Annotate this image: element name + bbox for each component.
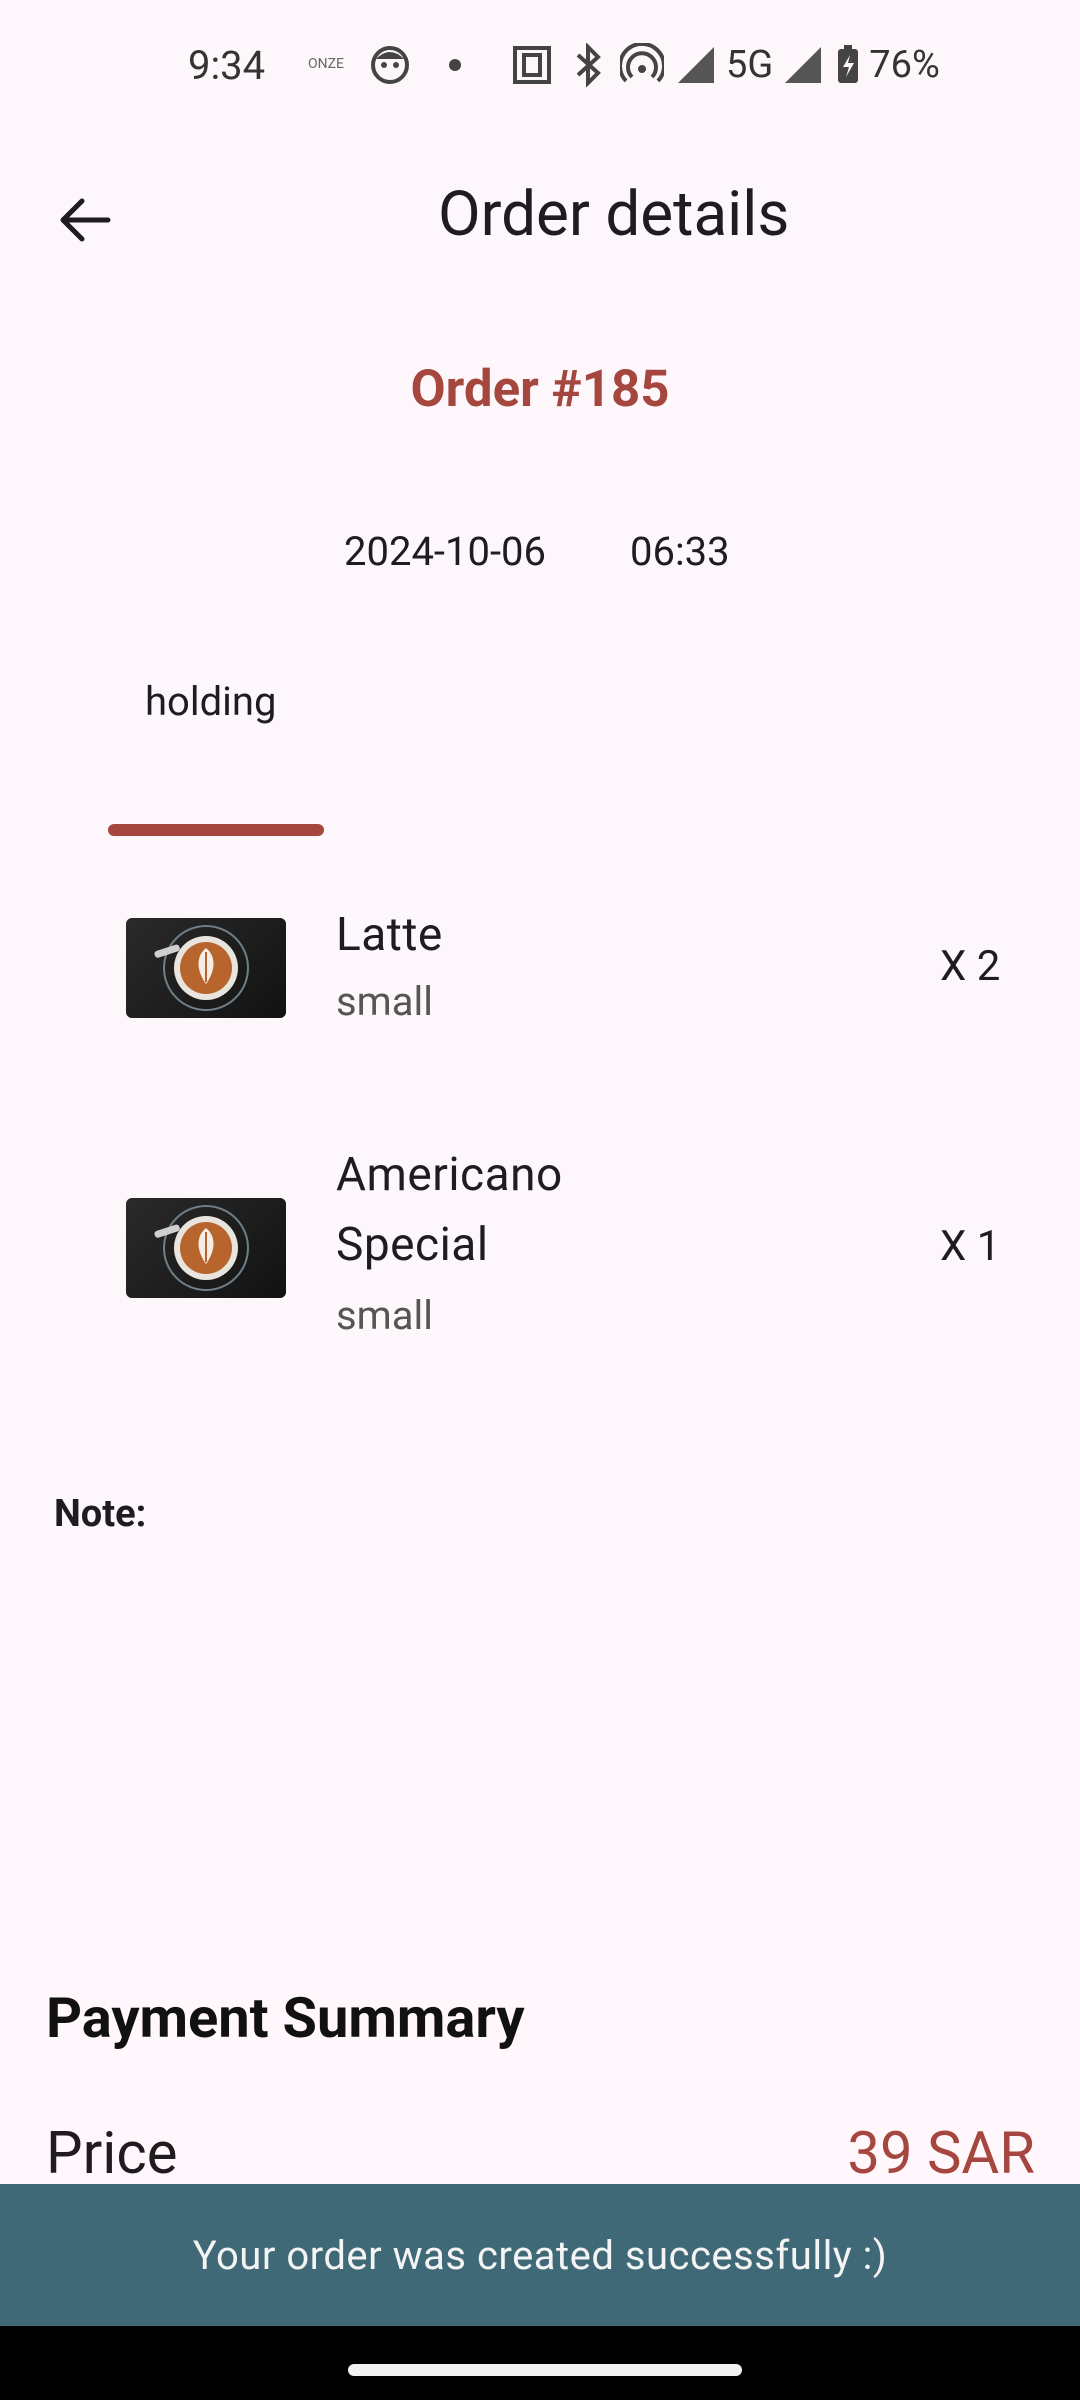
status-brand-text: ONZE bbox=[308, 56, 344, 72]
price-label: Price bbox=[46, 2120, 178, 2188]
item-quantity: X 1 bbox=[940, 1222, 1001, 1271]
price-value: 39 SAR bbox=[847, 2120, 1035, 2188]
coffee-cup-icon bbox=[154, 925, 249, 1011]
item-quantity: X 2 bbox=[940, 942, 1001, 991]
success-snackbar: Your order was created successfully :) bbox=[0, 2184, 1080, 2326]
battery-icon bbox=[838, 45, 859, 83]
payment-summary-title: Payment Summary bbox=[46, 1985, 525, 2051]
item-name-line1: Americano bbox=[336, 1148, 563, 1202]
signal-icon-2 bbox=[785, 47, 822, 83]
status-notification-icons bbox=[368, 40, 470, 90]
battery-percent: 76% bbox=[869, 43, 940, 87]
order-item: Americano Special small X 1 bbox=[0, 1140, 1080, 1370]
item-name: Latte bbox=[336, 908, 443, 962]
bluetooth-icon bbox=[576, 43, 601, 87]
signal-icon bbox=[678, 47, 714, 83]
network-type: 5G bbox=[726, 43, 774, 87]
item-size: small bbox=[336, 978, 433, 1025]
order-item: Latte small X 2 bbox=[0, 880, 1080, 1060]
face-icon bbox=[371, 46, 409, 84]
note-label: Note: bbox=[54, 1492, 147, 1536]
hotspot-icon bbox=[620, 43, 664, 83]
item-size: small bbox=[336, 1292, 433, 1339]
order-number: Order #185 bbox=[410, 360, 670, 419]
coffee-cup-icon bbox=[154, 1205, 249, 1291]
order-time: 06:33 bbox=[630, 528, 730, 575]
order-status-label: holding bbox=[145, 678, 277, 725]
dot-icon bbox=[449, 59, 461, 71]
order-status-indicator bbox=[108, 824, 324, 836]
home-indicator[interactable] bbox=[348, 2364, 742, 2376]
status-time: 9:34 bbox=[188, 42, 266, 89]
item-name-line2: Special bbox=[336, 1218, 489, 1272]
order-date: 2024-10-06 bbox=[344, 528, 546, 575]
arrow-left-icon bbox=[60, 198, 111, 242]
item-image bbox=[126, 1198, 286, 1298]
navigation-bar bbox=[0, 2326, 1080, 2400]
back-button[interactable] bbox=[44, 180, 124, 260]
nfc-icon bbox=[513, 46, 551, 84]
snackbar-message: Your order was created successfully :) bbox=[192, 2231, 888, 2279]
status-system-icons: 5G 76% bbox=[510, 40, 940, 90]
status-bar: 9:34 ONZE 5G 76% bbox=[0, 0, 1080, 130]
item-image bbox=[126, 918, 286, 1018]
